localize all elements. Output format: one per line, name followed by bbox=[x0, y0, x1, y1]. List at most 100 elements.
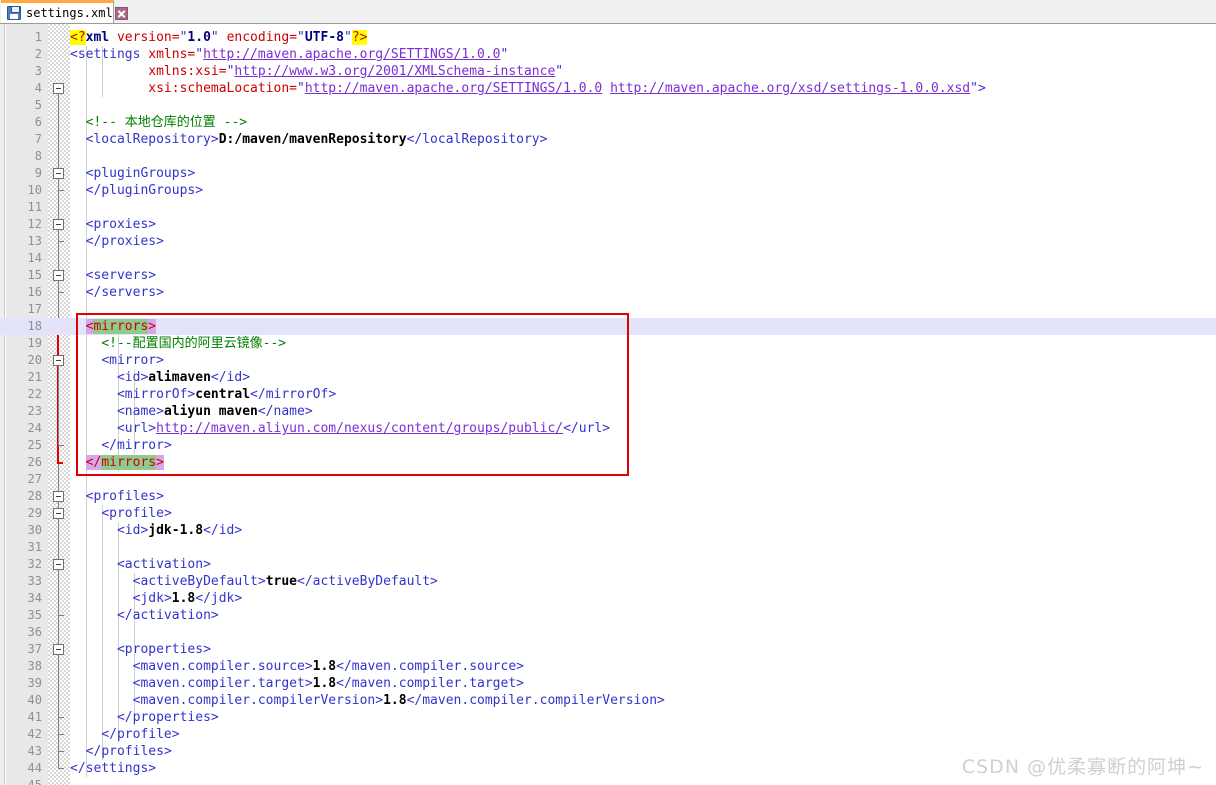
line-number: 22 bbox=[27, 387, 42, 401]
line-content: </settings> bbox=[70, 761, 157, 776]
line-number: 19 bbox=[27, 336, 42, 350]
line-number: 7 bbox=[34, 132, 42, 146]
code-line: 6 <!-- 本地仓库的位置 --> bbox=[0, 114, 1216, 131]
code-line: 31 bbox=[0, 539, 1216, 556]
line-number: 41 bbox=[27, 710, 42, 724]
line-number: 30 bbox=[27, 523, 42, 537]
line-number: 32 bbox=[27, 557, 42, 571]
line-number: 2 bbox=[34, 47, 42, 61]
editor-tab-bar: settings.xml bbox=[0, 0, 1216, 24]
line-content: </profiles> bbox=[85, 744, 172, 759]
line-number: 23 bbox=[27, 404, 42, 418]
line-content: <proxies> bbox=[85, 217, 157, 232]
line-content: xsi:schemaLocation="http://maven.apache.… bbox=[148, 81, 986, 96]
line-content: <profile> bbox=[101, 506, 172, 521]
line-content: <mirror> bbox=[101, 353, 164, 368]
line-content: </properties> bbox=[116, 710, 219, 725]
code-line: 18 <mirrors> bbox=[0, 318, 1216, 335]
code-line: 27 bbox=[0, 471, 1216, 488]
line-content: <settings xmlns="http://maven.apache.org… bbox=[70, 47, 509, 62]
line-number: 12 bbox=[27, 217, 42, 231]
line-content: <maven.compiler.source>1.8</maven.compil… bbox=[132, 659, 524, 674]
line-number: 44 bbox=[27, 761, 42, 775]
code-line: 32 <activation> bbox=[0, 556, 1216, 573]
line-number: 8 bbox=[34, 149, 42, 163]
code-line: 5 bbox=[0, 97, 1216, 114]
line-number: 5 bbox=[34, 98, 42, 112]
code-line: 8 bbox=[0, 148, 1216, 165]
tab-settings-xml[interactable]: settings.xml bbox=[1, 0, 128, 23]
code-line: 9 <pluginGroups> bbox=[0, 165, 1216, 182]
line-content: <mirrors> bbox=[85, 319, 157, 334]
line-content: <pluginGroups> bbox=[85, 166, 196, 181]
line-number: 33 bbox=[27, 574, 42, 588]
close-icon[interactable] bbox=[114, 6, 128, 20]
line-content: <jdk>1.8</jdk> bbox=[132, 591, 243, 606]
code-line: 25 </mirror> bbox=[0, 437, 1216, 454]
code-line: 3 xmlns:xsi="http://www.w3.org/2001/XMLS… bbox=[0, 63, 1216, 80]
line-number: 20 bbox=[27, 353, 42, 367]
code-line: 40 <maven.compiler.compilerVersion>1.8</… bbox=[0, 692, 1216, 709]
code-line: 24 <url>http://maven.aliyun.com/nexus/co… bbox=[0, 420, 1216, 437]
line-number: 29 bbox=[27, 506, 42, 520]
line-content: <name>aliyun maven</name> bbox=[116, 404, 313, 419]
code-line: 38 <maven.compiler.source>1.8</maven.com… bbox=[0, 658, 1216, 675]
code-line: 33 <activeByDefault>true</activeByDefaul… bbox=[0, 573, 1216, 590]
line-content: xmlns:xsi="http://www.w3.org/2001/XMLSch… bbox=[148, 64, 564, 79]
code-line: 11 bbox=[0, 199, 1216, 216]
code-line: 39 <maven.compiler.target>1.8</maven.com… bbox=[0, 675, 1216, 692]
code-line: 23 <name>aliyun maven</name> bbox=[0, 403, 1216, 420]
code-line: 42 </profile> bbox=[0, 726, 1216, 743]
line-number: 27 bbox=[27, 472, 42, 486]
line-number: 36 bbox=[27, 625, 42, 639]
line-number: 3 bbox=[34, 64, 42, 78]
line-number: 18 bbox=[27, 319, 42, 333]
code-line: 36 bbox=[0, 624, 1216, 641]
code-line: 17 bbox=[0, 301, 1216, 318]
line-number: 16 bbox=[27, 285, 42, 299]
line-number: 6 bbox=[34, 115, 42, 129]
code-line: 4 xsi:schemaLocation="http://maven.apach… bbox=[0, 80, 1216, 97]
line-content: <maven.compiler.compilerVersion>1.8</mav… bbox=[132, 693, 665, 708]
code-editor[interactable]: 1 <?xml version="1.0" encoding="UTF-8"?> 2… bbox=[0, 24, 1216, 785]
line-content: <profiles> bbox=[85, 489, 164, 504]
line-number: 37 bbox=[27, 642, 42, 656]
code-line: 26 </mirrors> bbox=[0, 454, 1216, 471]
line-content: <maven.compiler.target>1.8</maven.compil… bbox=[132, 676, 524, 691]
line-number: 14 bbox=[27, 251, 42, 265]
line-number: 35 bbox=[27, 608, 42, 622]
code-line: 15 <servers> bbox=[0, 267, 1216, 284]
line-content: <?xml version="1.0" encoding="UTF-8"?> bbox=[70, 30, 368, 45]
code-line: 10 </pluginGroups> bbox=[0, 182, 1216, 199]
line-content: </activation> bbox=[116, 608, 219, 623]
code-line: 2 <settings xmlns="http://maven.apache.or… bbox=[0, 46, 1216, 63]
code-line: 14 bbox=[0, 250, 1216, 267]
line-number: 11 bbox=[27, 200, 42, 214]
line-number: 4 bbox=[34, 81, 42, 95]
line-content: <servers> bbox=[85, 268, 157, 283]
line-content: <id>alimaven</id> bbox=[116, 370, 251, 385]
line-content: <url>http://maven.aliyun.com/nexus/conte… bbox=[116, 421, 611, 436]
code-line: 12 <proxies> bbox=[0, 216, 1216, 233]
line-number: 10 bbox=[27, 183, 42, 197]
line-number: 31 bbox=[27, 540, 42, 554]
line-number: 24 bbox=[27, 421, 42, 435]
line-number: 40 bbox=[27, 693, 42, 707]
code-line: 35 </activation> bbox=[0, 607, 1216, 624]
floppy-disk-icon bbox=[7, 6, 21, 20]
line-number: 39 bbox=[27, 676, 42, 690]
code-line: 28 <profiles> bbox=[0, 488, 1216, 505]
line-number: 1 bbox=[34, 30, 42, 44]
line-content: </pluginGroups> bbox=[85, 183, 204, 198]
code-line: 29 <profile> bbox=[0, 505, 1216, 522]
line-number: 26 bbox=[27, 455, 42, 469]
line-number: 13 bbox=[27, 234, 42, 248]
line-content: </servers> bbox=[85, 285, 164, 300]
line-number: 28 bbox=[27, 489, 42, 503]
code-line: 34 <jdk>1.8</jdk> bbox=[0, 590, 1216, 607]
code-line: 41 </properties> bbox=[0, 709, 1216, 726]
code-line: 20 <mirror> bbox=[0, 352, 1216, 369]
line-content: <id>jdk-1.8</id> bbox=[116, 523, 243, 538]
line-number: 9 bbox=[34, 166, 42, 180]
line-content: </mirror> bbox=[101, 438, 172, 453]
